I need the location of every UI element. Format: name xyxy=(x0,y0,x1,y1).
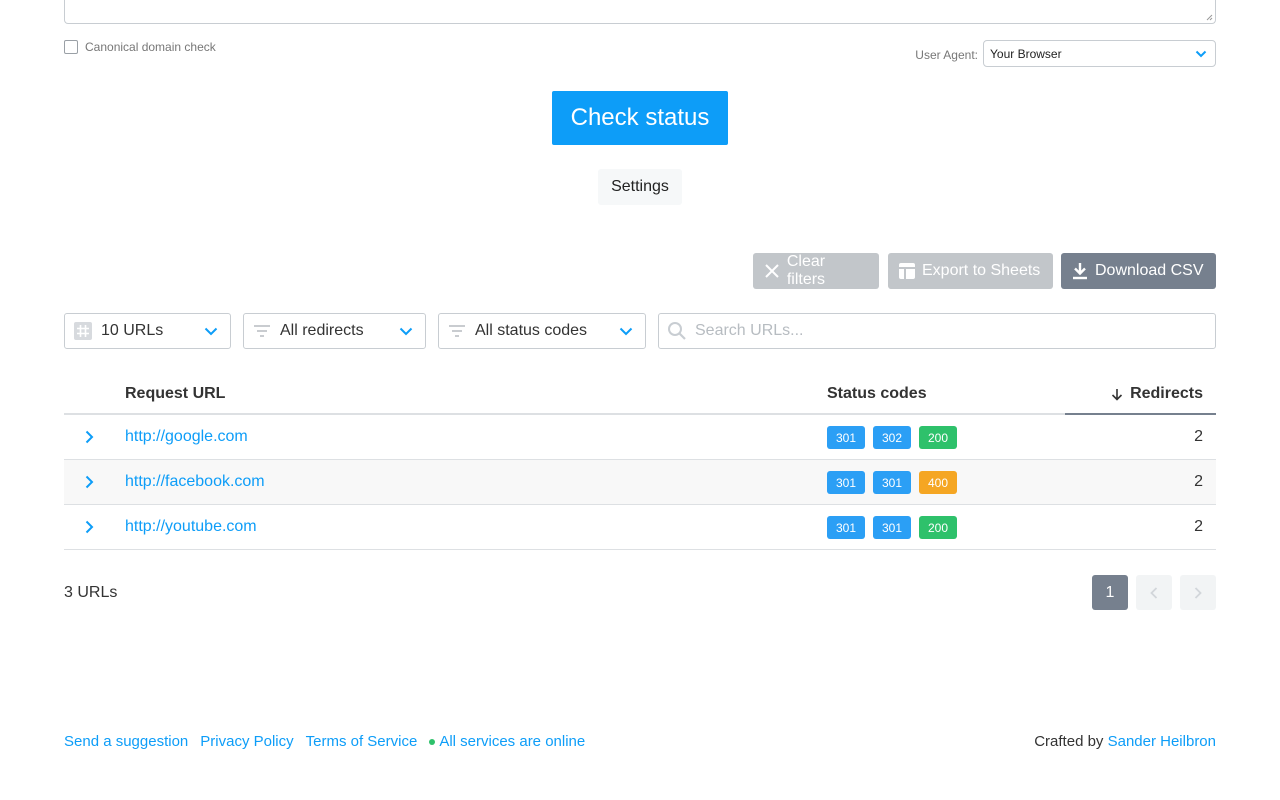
canonical-domain-check[interactable]: Canonical domain check xyxy=(64,40,216,54)
column-header-redirects-label: Redirects xyxy=(1130,385,1203,402)
search-input[interactable] xyxy=(695,322,1195,340)
next-page-button[interactable] xyxy=(1180,575,1216,610)
column-header-status-codes[interactable]: Status codes xyxy=(827,385,927,403)
urls-per-page-select[interactable]: 10 URLs xyxy=(64,313,231,349)
status-code-badge: 301 xyxy=(827,471,865,494)
status-code-badge: 301 xyxy=(827,516,865,539)
canonical-checkbox[interactable] xyxy=(64,40,78,54)
status-code-badge: 301 xyxy=(827,426,865,449)
user-agent-label: User Agent: xyxy=(915,47,978,62)
page-button-1[interactable]: 1 xyxy=(1092,575,1128,610)
close-icon xyxy=(763,262,781,280)
terms-of-service-link[interactable]: Terms of Service xyxy=(306,733,418,750)
status-code-badge: 302 xyxy=(873,426,911,449)
status-code-badge: 301 xyxy=(873,471,911,494)
search-box[interactable] xyxy=(658,313,1216,349)
chevron-right-icon xyxy=(85,475,93,489)
user-agent-value: Your Browser xyxy=(990,46,1062,61)
filter-icon xyxy=(447,321,467,341)
expand-row-button[interactable] xyxy=(80,428,98,446)
settings-button[interactable]: Settings xyxy=(598,169,682,205)
status-codes: 301 301 400 xyxy=(827,471,957,494)
footer-links: Send a suggestion Privacy Policy Terms o… xyxy=(64,733,597,750)
status-codes-filter-value: All status codes xyxy=(475,322,588,339)
online-status-dot-icon xyxy=(429,738,436,745)
table-row[interactable]: http://google.com 301 302 200 2 xyxy=(64,415,1216,460)
clear-filters-button[interactable]: Clear filters xyxy=(753,253,879,289)
redirect-count: 2 xyxy=(1194,473,1203,490)
status-code-badge: 200 xyxy=(919,516,957,539)
author-link[interactable]: Sander Heilbron xyxy=(1108,733,1216,750)
download-icon xyxy=(1071,262,1089,280)
status-codes: 301 301 200 xyxy=(827,516,957,539)
urls-per-page-value: 10 URLs xyxy=(101,322,164,339)
crafted-by: Crafted by Sander Heilbron xyxy=(1034,733,1216,750)
table-header: Request URL Status codes Redirects xyxy=(64,372,1216,415)
status-code-badge: 200 xyxy=(919,426,957,449)
footer: Send a suggestion Privacy Policy Terms o… xyxy=(64,733,1216,750)
filter-icon xyxy=(252,321,272,341)
prev-page-button[interactable] xyxy=(1136,575,1172,610)
spreadsheet-icon xyxy=(898,262,916,280)
urls-textarea[interactable] xyxy=(64,0,1216,24)
privacy-policy-link[interactable]: Privacy Policy xyxy=(200,733,293,750)
chevron-right-icon xyxy=(1194,586,1202,599)
export-to-sheets-label: Export to Sheets xyxy=(922,262,1041,279)
pagination: 1 xyxy=(1092,575,1216,610)
download-csv-button[interactable]: Download CSV xyxy=(1061,253,1216,289)
url-count: 3 URLs xyxy=(64,584,118,601)
search-icon xyxy=(668,322,686,340)
canonical-label: Canonical domain check xyxy=(85,40,216,54)
export-to-sheets-button[interactable]: Export to Sheets xyxy=(888,253,1053,289)
status-code-badge: 400 xyxy=(919,471,957,494)
chevron-down-icon xyxy=(1195,50,1207,57)
table-row[interactable]: http://youtube.com 301 301 200 2 xyxy=(64,505,1216,550)
chevron-down-icon xyxy=(399,327,413,335)
chevron-down-icon xyxy=(204,327,218,335)
redirect-count: 2 xyxy=(1194,428,1203,445)
status-codes: 301 302 200 xyxy=(827,426,957,449)
table-row[interactable]: http://facebook.com 301 301 400 2 xyxy=(64,460,1216,505)
expand-row-button[interactable] xyxy=(80,473,98,491)
redirects-filter-select[interactable]: All redirects xyxy=(243,313,426,349)
user-agent-group: User Agent: Your Browser xyxy=(915,40,1216,67)
expand-row-button[interactable] xyxy=(80,518,98,536)
send-suggestion-link[interactable]: Send a suggestion xyxy=(64,733,188,750)
chevron-right-icon xyxy=(85,430,93,444)
user-agent-select[interactable]: Your Browser xyxy=(983,40,1216,67)
results-table: Request URL Status codes Redirects http:… xyxy=(64,372,1216,550)
request-url-link[interactable]: http://youtube.com xyxy=(125,518,257,536)
services-status-label: All services are online xyxy=(439,733,586,750)
chevron-right-icon xyxy=(85,520,93,534)
sort-descending-icon xyxy=(1112,388,1123,401)
crafted-by-label: Crafted by xyxy=(1034,733,1104,750)
redirect-count: 2 xyxy=(1194,518,1203,535)
redirects-filter-value: All redirects xyxy=(280,322,364,339)
status-codes-filter-select[interactable]: All status codes xyxy=(438,313,646,349)
clear-filters-label: Clear filters xyxy=(786,253,826,288)
chevron-down-icon xyxy=(619,327,633,335)
chevron-left-icon xyxy=(1150,586,1158,599)
column-header-redirects[interactable]: Redirects xyxy=(1111,385,1203,403)
request-url-link[interactable]: http://google.com xyxy=(125,428,248,446)
status-code-badge: 301 xyxy=(873,516,911,539)
download-csv-label: Download CSV xyxy=(1095,262,1204,279)
hash-icon xyxy=(73,321,93,341)
check-status-button[interactable]: Check status xyxy=(552,91,728,145)
services-status-link[interactable]: All services are online xyxy=(429,733,585,750)
request-url-link[interactable]: http://facebook.com xyxy=(125,473,265,491)
column-header-request-url[interactable]: Request URL xyxy=(125,385,225,403)
resize-handle-icon[interactable] xyxy=(1206,14,1213,21)
